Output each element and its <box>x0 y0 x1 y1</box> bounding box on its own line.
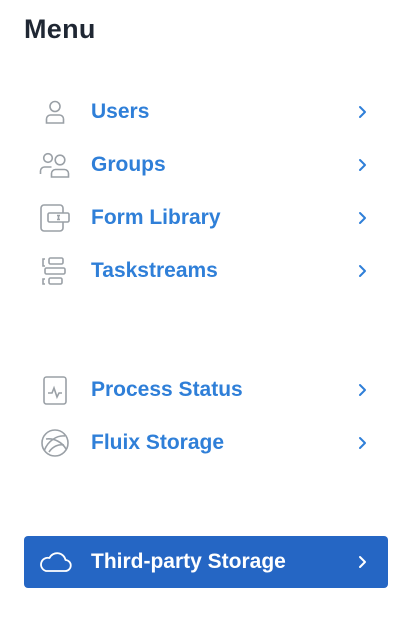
chevron-right-icon <box>356 383 368 397</box>
menu-item-label: Taskstreams <box>91 259 218 282</box>
menu-item-users[interactable]: Users <box>24 86 388 138</box>
menu-item-groups[interactable]: Groups <box>24 139 388 191</box>
menu-item-label: Form Library <box>91 206 221 229</box>
group-icon <box>38 148 72 182</box>
menu-item-third-party-storage[interactable]: Third-party Storage <box>24 536 388 588</box>
taskstream-icon <box>38 254 72 288</box>
process-status-icon <box>38 373 72 407</box>
chevron-right-icon <box>356 105 368 119</box>
user-icon <box>38 95 72 129</box>
menu-item-label: Fluix Storage <box>91 431 225 454</box>
menu-item-label: Groups <box>91 153 166 176</box>
cloud-icon <box>38 545 72 579</box>
chevron-right-icon <box>356 436 368 450</box>
chevron-right-icon <box>356 158 368 172</box>
menu-item-form-library[interactable]: Form Library <box>24 192 388 244</box>
fluix-storage-icon <box>38 426 72 460</box>
menu-item-label: Users <box>91 100 150 123</box>
menu-item-process-status[interactable]: Process Status <box>24 364 388 416</box>
menu-item-label: Third-party Storage <box>91 550 286 573</box>
menu-title: Menu <box>24 14 96 44</box>
menu-item-label: Process Status <box>91 378 243 401</box>
menu-item-fluix-storage[interactable]: Fluix Storage <box>24 417 388 469</box>
menu-item-taskstreams[interactable]: Taskstreams <box>24 245 388 297</box>
chevron-right-icon <box>356 211 368 225</box>
chevron-right-icon <box>356 264 368 278</box>
chevron-right-icon <box>356 555 368 569</box>
form-icon <box>38 201 72 235</box>
